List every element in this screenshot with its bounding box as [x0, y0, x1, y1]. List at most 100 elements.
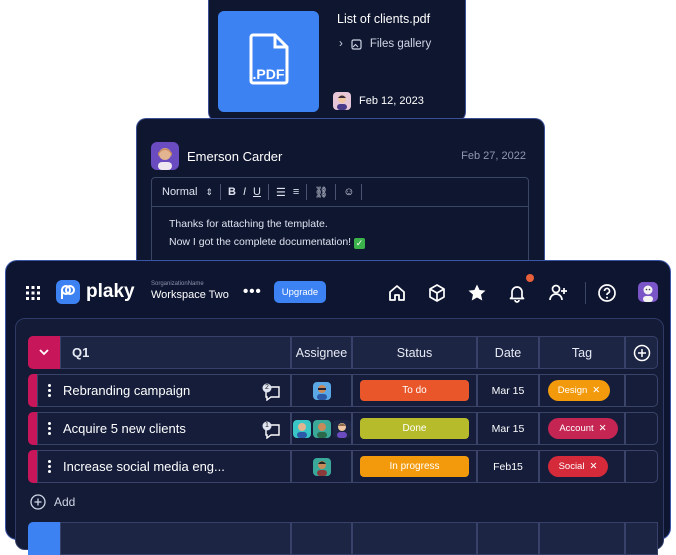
add-user-icon[interactable]	[548, 283, 568, 303]
plaky-app-window: plaky SorganizationName Workspace Two ••…	[5, 260, 671, 555]
file-upload-info: Feb 12, 2023	[333, 92, 424, 110]
status-badge: In progress	[360, 456, 469, 477]
task-name: Rebranding campaign	[63, 383, 191, 398]
task-name-cell[interactable]: Acquire 5 new clients 1	[37, 412, 291, 445]
logo-icon	[56, 280, 80, 304]
status-cell[interactable]: In progress	[352, 450, 477, 483]
assignee-cell[interactable]	[291, 412, 352, 445]
table-row[interactable]: Increase social media eng... In progress…	[28, 450, 658, 483]
emoji-icon[interactable]: ☺	[343, 186, 354, 198]
group-color-bar	[28, 450, 37, 483]
workspace-selector[interactable]: SorganizationName Workspace Two	[151, 281, 229, 301]
underline-button[interactable]: U	[253, 186, 261, 198]
tag-badge: Social ✕	[548, 456, 608, 477]
editor-toolbar: Normal ⇕ B I U ☰ ≡ ⛓ ☺	[152, 178, 528, 207]
text-style-select[interactable]: Normal ⇕	[162, 186, 213, 198]
task-name-cell[interactable]: Increase social media eng...	[37, 450, 291, 483]
notification-dot-icon	[526, 274, 534, 282]
status-badge: Done	[360, 418, 469, 439]
tag-cell[interactable]: Design ✕	[539, 374, 625, 407]
column-header	[352, 522, 477, 555]
user-avatar[interactable]	[638, 282, 658, 302]
app-grid-icon[interactable]	[26, 286, 40, 300]
plus-circle-icon	[633, 344, 650, 361]
add-column-button[interactable]	[625, 522, 658, 555]
comment-author: Emerson Carder	[151, 142, 282, 170]
cube-icon[interactable]	[427, 283, 447, 303]
empty-cell	[625, 374, 658, 407]
pdf-thumbnail[interactable]: .PDF	[218, 11, 319, 112]
column-header-date[interactable]: Date	[477, 336, 539, 369]
column-header-tag[interactable]: Tag	[539, 336, 625, 369]
file-name[interactable]: List of clients.pdf	[337, 12, 430, 26]
empty-cell	[625, 412, 658, 445]
add-column-button[interactable]	[625, 336, 658, 369]
task-name: Increase social media eng...	[63, 459, 225, 474]
collapse-group-button[interactable]	[28, 336, 60, 369]
close-icon[interactable]: ✕	[589, 461, 597, 472]
italic-button[interactable]: I	[243, 186, 246, 198]
pdf-label: .PDF	[252, 66, 285, 82]
group-title[interactable]: Q1	[60, 336, 291, 369]
drag-handle-icon[interactable]	[48, 382, 51, 399]
date-cell[interactable]: Mar 15	[477, 412, 539, 445]
column-header	[539, 522, 625, 555]
column-header	[291, 522, 352, 555]
avatar	[151, 142, 179, 170]
group-header: Q1 Assignee Status Date Tag	[28, 336, 658, 369]
task-name-cell[interactable]: Rebranding campaign 2	[37, 374, 291, 407]
status-badge: To do	[360, 380, 469, 401]
bullet-list-icon[interactable]: ≡	[293, 186, 299, 198]
author-name: Emerson Carder	[187, 148, 283, 164]
comment-line: Thanks for attaching the template.	[169, 218, 328, 230]
home-icon[interactable]	[387, 283, 407, 303]
drag-handle-icon[interactable]	[48, 458, 51, 475]
group-title[interactable]	[60, 522, 291, 555]
table-row[interactable]: Acquire 5 new clients 1 Done Mar 15 Acco…	[28, 412, 658, 445]
column-header-status[interactable]: Status	[352, 336, 477, 369]
avatar	[312, 457, 331, 476]
group-color-bar	[28, 412, 37, 445]
add-task-label: Add	[54, 495, 76, 509]
editor-content[interactable]: Thanks for attaching the template. Now I…	[152, 207, 528, 259]
close-icon[interactable]: ✕	[592, 385, 600, 396]
board-table: Q1 Assignee Status Date Tag Rebranding c…	[15, 318, 664, 555]
plus-circle-icon	[30, 494, 46, 510]
tag-cell[interactable]: Account ✕	[539, 412, 625, 445]
comment-count-icon[interactable]: 2	[262, 383, 282, 404]
date-cell[interactable]: Feb15	[477, 450, 539, 483]
upgrade-button[interactable]: Upgrade	[274, 281, 326, 303]
status-cell[interactable]: To do	[352, 374, 477, 407]
table-row[interactable]: Rebranding campaign 2 To do Mar 15 Desig…	[28, 374, 658, 407]
tag-cell[interactable]: Social ✕	[539, 450, 625, 483]
help-icon[interactable]	[597, 283, 617, 303]
assignee-cell[interactable]	[291, 374, 352, 407]
organization-name: SorganizationName	[151, 281, 204, 287]
more-options-button[interactable]: •••	[243, 283, 262, 300]
bell-icon[interactable]	[507, 283, 527, 303]
sort-icon: ⇕	[205, 186, 213, 197]
collapse-group-button[interactable]	[28, 522, 60, 555]
avatar	[292, 419, 311, 438]
close-icon[interactable]: ✕	[599, 423, 607, 434]
avatar	[333, 92, 351, 110]
add-task-button[interactable]: Add	[30, 494, 75, 510]
star-icon[interactable]	[467, 283, 487, 303]
comment-count: 2	[265, 384, 269, 391]
bold-button[interactable]: B	[228, 186, 236, 198]
folder-breadcrumb[interactable]: › Files gallery	[339, 38, 431, 50]
group-header	[28, 522, 658, 555]
tag-badge: Account ✕	[548, 418, 618, 439]
plaky-logo[interactable]: plaky	[56, 280, 135, 304]
link-icon[interactable]: ⛓	[314, 186, 328, 199]
comment-count-icon[interactable]: 1	[262, 421, 282, 442]
date-cell[interactable]: Mar 15	[477, 374, 539, 407]
comment-count: 1	[265, 422, 269, 429]
drag-handle-icon[interactable]	[48, 420, 51, 437]
numbered-list-icon[interactable]: ☰	[276, 186, 286, 199]
assignee-cell[interactable]	[291, 450, 352, 483]
column-header-assignee[interactable]: Assignee	[291, 336, 352, 369]
folder-name: Files gallery	[369, 38, 432, 50]
workspace-name: Workspace Two	[151, 289, 229, 301]
status-cell[interactable]: Done	[352, 412, 477, 445]
